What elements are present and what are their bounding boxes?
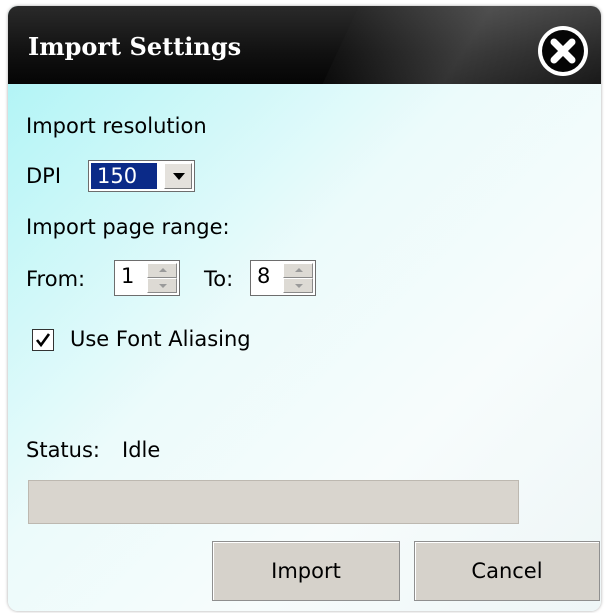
close-button[interactable]: [538, 26, 588, 76]
cancel-button[interactable]: Cancel: [414, 541, 600, 601]
status-value: Idle: [122, 438, 161, 462]
to-spin-up-button[interactable]: [283, 263, 313, 278]
to-page-value: 8: [257, 264, 271, 288]
status-label: Status:: [26, 438, 100, 462]
to-label: To:: [204, 267, 234, 291]
from-spin-up-button[interactable]: [147, 263, 177, 278]
chevron-down-icon[interactable]: [164, 163, 192, 189]
font-aliasing-label[interactable]: Use Font Aliasing: [70, 327, 251, 351]
dialog-title: Import Settings: [28, 32, 242, 61]
font-aliasing-checkbox[interactable]: [32, 329, 54, 351]
from-spin-down-button[interactable]: [147, 278, 177, 293]
import-progress-bar: [28, 480, 519, 524]
from-spin-buttons: [147, 263, 177, 293]
page-range-heading: Import page range:: [26, 215, 230, 239]
checkmark-icon: [35, 333, 51, 348]
to-spin-down-button[interactable]: [283, 278, 313, 293]
dpi-selected-value: 150: [91, 163, 157, 189]
from-page-spinner[interactable]: 1: [114, 260, 180, 296]
import-button[interactable]: Import: [212, 541, 400, 601]
import-settings-dialog: Import Settings Import resolution DPI 15…: [8, 6, 601, 611]
dpi-label: DPI: [26, 164, 62, 188]
from-label: From:: [26, 267, 86, 291]
dpi-select[interactable]: 150: [88, 160, 195, 192]
import-resolution-heading: Import resolution: [26, 114, 207, 138]
title-bar: Import Settings: [8, 6, 601, 84]
to-page-spinner[interactable]: 8: [250, 260, 316, 296]
close-x-icon: [542, 30, 584, 72]
from-page-value: 1: [121, 264, 135, 288]
to-spin-buttons: [283, 263, 313, 293]
